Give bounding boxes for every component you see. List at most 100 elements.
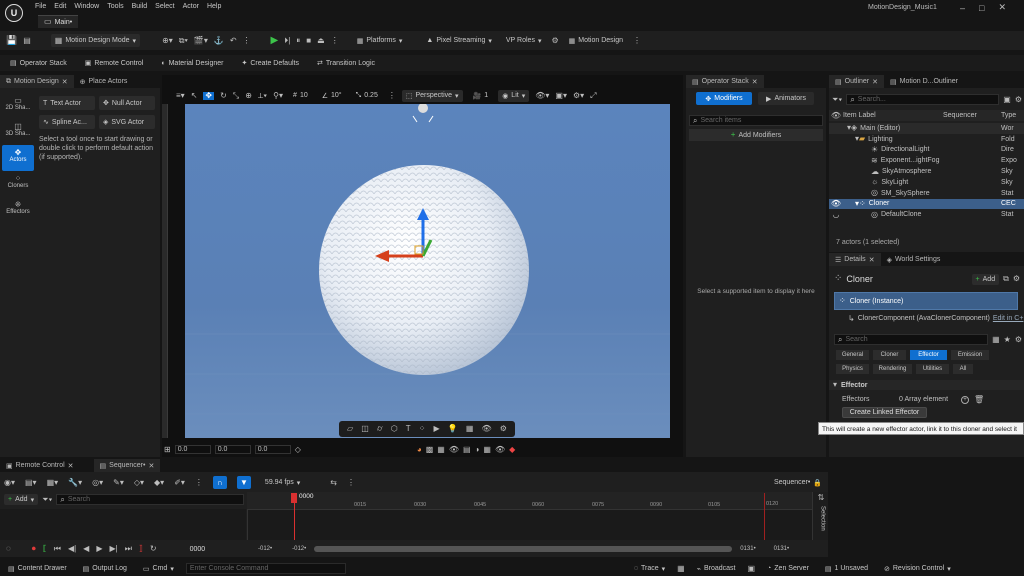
menu-build[interactable]: Build — [128, 0, 152, 12]
play-icon[interactable]: ▶ — [96, 545, 102, 553]
step-icon[interactable]: ⏵| — [284, 36, 290, 45]
contrast-icon[interactable]: ◑ — [475, 445, 480, 454]
diamond-icon[interactable]: ◇ — [295, 445, 301, 454]
jump-start-icon[interactable]: ⏮ — [54, 545, 61, 553]
save-icon[interactable]: ◉▾ — [4, 478, 15, 487]
menu-file[interactable]: File — [31, 0, 50, 12]
effector-section-header[interactable]: ▾ Effector — [829, 380, 1024, 390]
quick-settings-icon[interactable]: ⋮ — [243, 36, 251, 45]
render-icon[interactable]: ▤▾ — [25, 478, 37, 487]
jump-end-icon[interactable]: ⏭ — [125, 545, 132, 553]
view-icon[interactable]: ◎▾ — [92, 478, 103, 487]
outliner-search[interactable]: ⌕ Search... — [846, 94, 1000, 105]
play-icon[interactable]: ▶ — [271, 35, 279, 46]
blueprint-icon[interactable]: ⧉ — [1003, 275, 1009, 283]
location-x-field[interactable]: 0.0 — [174, 445, 211, 454]
menu-help[interactable]: Help — [203, 0, 225, 12]
track-search[interactable]: ⌕ Search — [56, 494, 244, 505]
outliner-row-main[interactable]: ▾ ◈ Main (Editor) Wor — [829, 123, 1024, 134]
cinematics-icon[interactable]: 🎬▾ — [194, 36, 208, 45]
material-designer-button[interactable]: ◐ Material Designer — [157, 57, 227, 69]
location-y-field[interactable]: 0.0 — [214, 445, 251, 454]
eye-closed-icon[interactable]: ◡ — [829, 210, 843, 219]
layers-icon[interactable]: ▤ — [463, 445, 471, 454]
settings-icon[interactable]: ⚙ — [500, 425, 507, 433]
broadcast-button[interactable]: ⌁ Broadcast — [693, 563, 740, 575]
settings-icon[interactable]: ⚙ — [1013, 275, 1020, 283]
save-icon[interactable]: 💾 — [6, 36, 17, 45]
record-icon[interactable]: ⏺ — [32, 545, 36, 553]
grid-tool-icon[interactable]: ▦ — [466, 425, 474, 433]
details-search-input[interactable]: Search — [845, 336, 867, 343]
playback-range-icon[interactable]: ⇆ — [330, 478, 337, 487]
magnet-icon[interactable]: ∩ — [212, 476, 227, 489]
outliner-row-directional-light[interactable]: ☀ DirectionalLight Dire — [829, 145, 1024, 156]
perspective-dropdown[interactable]: ⬚ Perspective ▾ — [401, 89, 463, 102]
snap-key-icon[interactable]: ◆▾ — [154, 478, 164, 487]
null-actor-button[interactable]: ✥ Null Actor — [99, 96, 155, 110]
details-search[interactable]: ⌕ Search — [834, 334, 989, 345]
content-drawer-button[interactable]: ▤ Content Drawer — [4, 563, 71, 575]
cloner-tool-icon[interactable]: ⁘ — [419, 425, 426, 433]
browse-icon[interactable]: ▤ — [23, 36, 31, 45]
text-tool-icon[interactable]: T — [406, 425, 411, 433]
camera-speed[interactable]: 🎥 1 — [469, 90, 493, 102]
show-icon[interactable]: 👁▾ — [535, 91, 549, 100]
nav-actors[interactable]: ✥ Actors — [2, 145, 34, 171]
operator-stack-button[interactable]: ▤ Operator Stack — [6, 57, 71, 69]
animators-tab[interactable]: ▶ Animators — [758, 92, 814, 105]
mode-selector[interactable]: ▦ Motion Design Mode ▾ — [50, 34, 141, 47]
platforms-button[interactable]: ▦ Platforms ▾ — [353, 35, 407, 47]
scale-icon[interactable]: ⤡ — [233, 91, 239, 100]
tab-motion-design[interactable]: ⧉ Motion Design ✕ — [0, 75, 74, 88]
close-icon[interactable]: ✕ — [998, 2, 1006, 13]
working-start[interactable]: -012• — [292, 546, 306, 552]
nav-cloners[interactable]: ⁘ Cloners — [2, 171, 34, 197]
settings-icon[interactable]: ⚙ — [1015, 335, 1022, 344]
tab-world-settings[interactable]: ◈ World Settings — [881, 253, 947, 266]
swap-icon[interactable]: ⇅ — [813, 494, 829, 502]
palette-icon[interactable]: ▩ — [426, 445, 434, 454]
outliner-row-lighting[interactable]: ▾ ▰ Lighting Fold — [829, 134, 1024, 145]
rotate-icon[interactable]: ↻ — [220, 91, 227, 100]
channel-icon[interactable]: ▦ — [437, 445, 445, 454]
output-log-button[interactable]: ▤ Output Log — [79, 563, 131, 575]
tab-place-actors[interactable]: ⊕ Place Actors — [74, 75, 134, 88]
grid-view-icon[interactable]: ▦ — [992, 335, 1000, 344]
eject-icon[interactable]: ⏏ — [317, 36, 325, 45]
star-icon[interactable]: ★ — [1004, 335, 1011, 344]
outliner-row-sky-atmosphere[interactable]: ☁ SkyAtmosphere Sky — [829, 166, 1024, 177]
range-end-icon[interactable]: ⟧ — [139, 545, 143, 553]
cloner-component-row[interactable]: ↳ ClonerComponent (AvaClonerComponent) E… — [834, 313, 1024, 324]
tab-md-outliner[interactable]: ▤ Motion D...Outliner — [884, 75, 964, 88]
menu-window[interactable]: Window — [70, 0, 103, 12]
loop-icon[interactable]: ◌ — [6, 545, 11, 553]
expand-icon[interactable]: ⊞ — [164, 445, 171, 454]
eye-icon[interactable]: 👁 — [495, 445, 505, 454]
filter-all[interactable]: All — [953, 364, 973, 374]
undo-history-icon[interactable]: ↶ — [230, 36, 237, 45]
range-start-icon[interactable]: ⟦ — [43, 545, 47, 553]
prev-key-icon[interactable]: ◀| — [68, 545, 76, 553]
outliner-search-input[interactable]: Search... — [858, 96, 886, 103]
prev-frame-icon[interactable]: ◀ — [83, 545, 89, 553]
pixel-streaming-button[interactable]: ▲ Pixel Streaming ▾ — [422, 35, 495, 47]
create-linked-effector-button[interactable]: Create Linked Effector — [842, 407, 927, 418]
working-end[interactable]: 0131• — [740, 546, 755, 552]
track-search-input[interactable]: Search — [68, 496, 90, 503]
rgb-icon[interactable]: ◆ — [509, 445, 515, 454]
more-options-icon[interactable]: ⋮ — [331, 36, 339, 45]
wrench-icon[interactable]: 🔧▾ — [68, 478, 82, 487]
stop-icon[interactable]: ■ — [306, 36, 311, 45]
close-icon[interactable]: ✕ — [68, 462, 74, 470]
blueprint-icon[interactable]: ⧉▾ — [179, 36, 188, 45]
outliner-row-cloner[interactable]: 👁 ▾ ⁘ Cloner CEC — [829, 198, 1024, 210]
component-instance-row[interactable]: ⁘ Cloner (Instance) — [834, 292, 1018, 310]
cmd-dropdown[interactable]: ▭ Cmd ▾ — [139, 563, 178, 575]
sequencer-breadcrumb[interactable]: Sequencer• 🔒 — [770, 477, 826, 489]
color-wheel-icon[interactable]: ◕ — [417, 445, 422, 454]
item-label-column[interactable]: Item Label — [843, 112, 943, 119]
text-actor-button[interactable]: T Text Actor — [39, 96, 95, 110]
minimize-icon[interactable]: – — [960, 3, 965, 13]
current-time[interactable]: 0000 — [190, 546, 206, 553]
